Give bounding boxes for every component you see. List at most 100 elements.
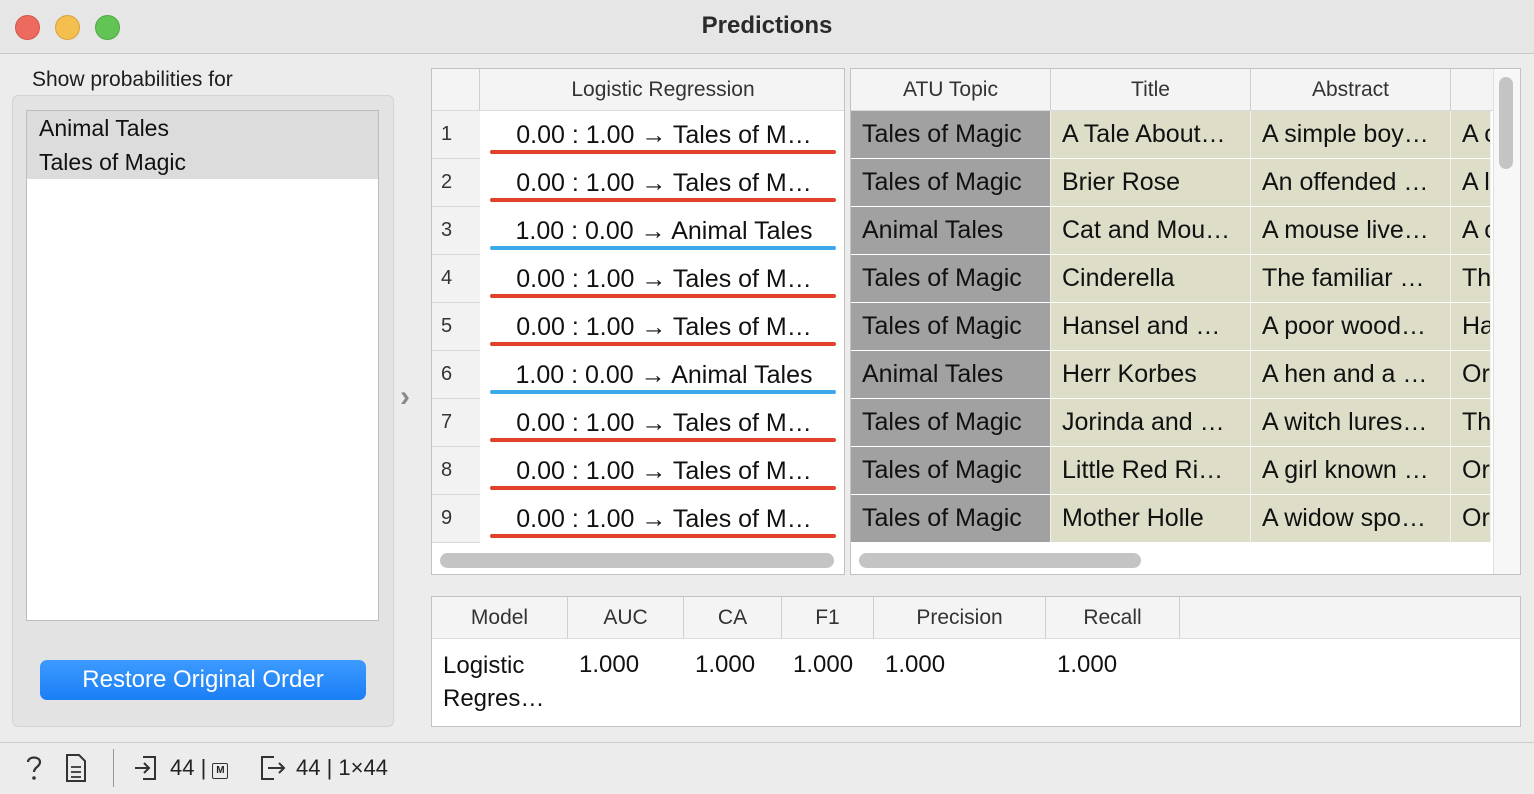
predictions-table: Logistic Regression 1 0.00 : 1.00 → Tales… [431,68,845,575]
abstract-cell[interactable]: An offended … [1251,159,1451,206]
output-summary: 44 | 1×44 [296,755,388,780]
class-item-tales-of-magic[interactable]: Tales of Magic [27,145,378,179]
data-table-header: ATU Topic Title Abstract [851,69,1501,111]
restore-original-order-button[interactable]: Restore Original Order [40,660,366,700]
atu-topic-cell[interactable]: Tales of Magic [851,111,1051,158]
output-icon [258,753,288,790]
prediction-row[interactable]: 8 0.00 : 1.00 → Tales of M… [432,447,844,495]
data-row[interactable]: Tales of Magic Jorinda and … A witch lures… [851,399,1491,447]
abstract-cell[interactable]: A poor wood… [1251,303,1451,350]
atu-topic-cell[interactable]: Tales of Magic [851,303,1051,350]
score-f1-value: 1.000 [793,651,854,678]
atu-topic-cell[interactable]: Animal Tales [851,207,1051,254]
next-column-cell[interactable]: Th [1451,255,1491,302]
class-list[interactable]: Animal Tales Tales of Magic [26,110,379,621]
prediction-class-bar [490,150,836,154]
scores-header: Model AUC CA F1 Precision Recall [432,597,1520,639]
data-row[interactable]: Tales of Magic Brier Rose An offended … A l [851,159,1491,207]
title-cell[interactable]: Brier Rose [1051,159,1251,206]
prediction-row[interactable]: 4 0.00 : 1.00 → Tales of M… [432,255,844,303]
score-header-f1[interactable]: F1 [782,597,874,639]
title-cell[interactable]: Mother Holle [1051,495,1251,542]
abstract-cell[interactable]: A mouse live… [1251,207,1451,254]
data-horizontal-scrollbar[interactable] [859,553,1141,568]
atu-topic-cell[interactable]: Tales of Magic [851,255,1051,302]
column-header-atu-topic[interactable]: ATU Topic [851,69,1051,111]
class-item-animal-tales[interactable]: Animal Tales [27,111,378,145]
next-column-cell[interactable]: Or [1451,495,1491,542]
abstract-cell[interactable]: A girl known … [1251,447,1451,494]
abstract-cell[interactable]: The familiar … [1251,255,1451,302]
input-icon [133,753,159,790]
row-number[interactable]: 1 [432,111,480,159]
score-header-recall[interactable]: Recall [1046,597,1180,639]
row-number[interactable]: 6 [432,351,480,399]
atu-topic-cell[interactable]: Tales of Magic [851,447,1051,494]
score-header-model[interactable]: Model [432,597,568,639]
window-title: Predictions [701,12,833,39]
prediction-row[interactable]: 2 0.00 : 1.00 → Tales of M… [432,159,844,207]
prediction-row[interactable]: 6 1.00 : 0.00 → Animal Tales [432,351,844,399]
abstract-cell[interactable]: A widow spo… [1251,495,1451,542]
data-row[interactable]: Tales of Magic Cinderella The familiar … Th [851,255,1491,303]
title-cell[interactable]: A Tale About… [1051,111,1251,158]
data-row[interactable]: Animal TalesCat and Mou…A mouse live…A c [851,207,1491,255]
title-cell[interactable]: Little Red Ri… [1051,447,1251,494]
prediction-class-bar [490,438,836,442]
column-header-abstract[interactable]: Abstract [1251,69,1451,111]
next-column-cell[interactable]: Or [1451,351,1491,398]
atu-topic-cell[interactable]: Tales of Magic [851,159,1051,206]
data-vertical-scrollbar[interactable] [1499,77,1513,169]
prediction-row[interactable]: 1 0.00 : 1.00 → Tales of M… [432,111,844,159]
data-row[interactable]: Tales of Magic Mother Holle A widow spo… Or [851,495,1491,543]
logistic-regression-header[interactable]: Logistic Regression [480,69,844,111]
prediction-row[interactable]: 9 0.00 : 1.00 → Tales of M… [432,495,844,543]
chevron-right-icon[interactable]: › [400,380,410,414]
data-row[interactable]: Tales of Magic A Tale About… A simple boy…… [851,111,1491,159]
data-row[interactable]: Tales of Magic Little Red Ri… A girl known… [851,447,1491,495]
title-cell[interactable]: Cinderella [1051,255,1251,302]
next-column-cell[interactable]: A c [1451,111,1491,158]
abstract-cell[interactable]: A witch lures… [1251,399,1451,446]
prediction-row[interactable]: 5 0.00 : 1.00 → Tales of M… [432,303,844,351]
status-bar: 44 | M 44 | 1×44 [0,742,1534,794]
row-number[interactable]: 9 [432,495,480,543]
prediction-value: 0.00 : 1.00 → Tales of M… [516,457,812,485]
row-number[interactable]: 8 [432,447,480,495]
prediction-row[interactable]: 7 0.00 : 1.00 → Tales of M… [432,399,844,447]
score-ca-value: 1.000 [695,651,756,678]
score-header-auc[interactable]: AUC [568,597,684,639]
data-row[interactable]: Tales of Magic Hansel and … A poor wood… Ha [851,303,1491,351]
prediction-value: 0.00 : 1.00 → Tales of M… [516,265,812,293]
atu-topic-cell[interactable]: Tales of Magic [851,495,1051,542]
row-number[interactable]: 5 [432,303,480,351]
abstract-cell[interactable]: A simple boy… [1251,111,1451,158]
score-header-ca[interactable]: CA [684,597,782,639]
data-row[interactable]: Animal Tales Herr Korbes A hen and a … Or [851,351,1491,399]
row-number[interactable]: 2 [432,159,480,207]
predictions-horizontal-scrollbar[interactable] [440,553,834,568]
row-number[interactable]: 3 [432,207,480,255]
next-column-cell[interactable]: A c [1451,207,1491,254]
title-cell[interactable]: Herr Korbes [1051,351,1251,398]
next-column-cell[interactable]: Ha [1451,303,1491,350]
abstract-cell[interactable]: A hen and a … [1251,351,1451,398]
row-number[interactable]: 7 [432,399,480,447]
next-column-cell[interactable]: Or [1451,447,1491,494]
next-column-cell[interactable]: Th [1451,399,1491,446]
atu-topic-cell[interactable]: Tales of Magic [851,399,1051,446]
prediction-value: 0.00 : 1.00 → Tales of M… [516,409,812,437]
help-icon[interactable] [22,753,46,790]
report-icon[interactable] [64,753,88,790]
prediction-row[interactable]: 3 1.00 : 0.00 → Animal Tales [432,207,844,255]
title-cell[interactable]: Jorinda and … [1051,399,1251,446]
next-column-cell[interactable]: A l [1451,159,1491,206]
score-header-precision[interactable]: Precision [874,597,1046,639]
title-cell[interactable]: Cat and Mou… [1051,207,1251,254]
column-header-title[interactable]: Title [1051,69,1251,111]
row-number[interactable]: 4 [432,255,480,303]
title-cell[interactable]: Hansel and … [1051,303,1251,350]
atu-topic-cell[interactable]: Animal Tales [851,351,1051,398]
prediction-value: 1.00 : 0.00 → Animal Tales [515,361,813,389]
prediction-value: 0.00 : 1.00 → Tales of M… [516,121,812,149]
